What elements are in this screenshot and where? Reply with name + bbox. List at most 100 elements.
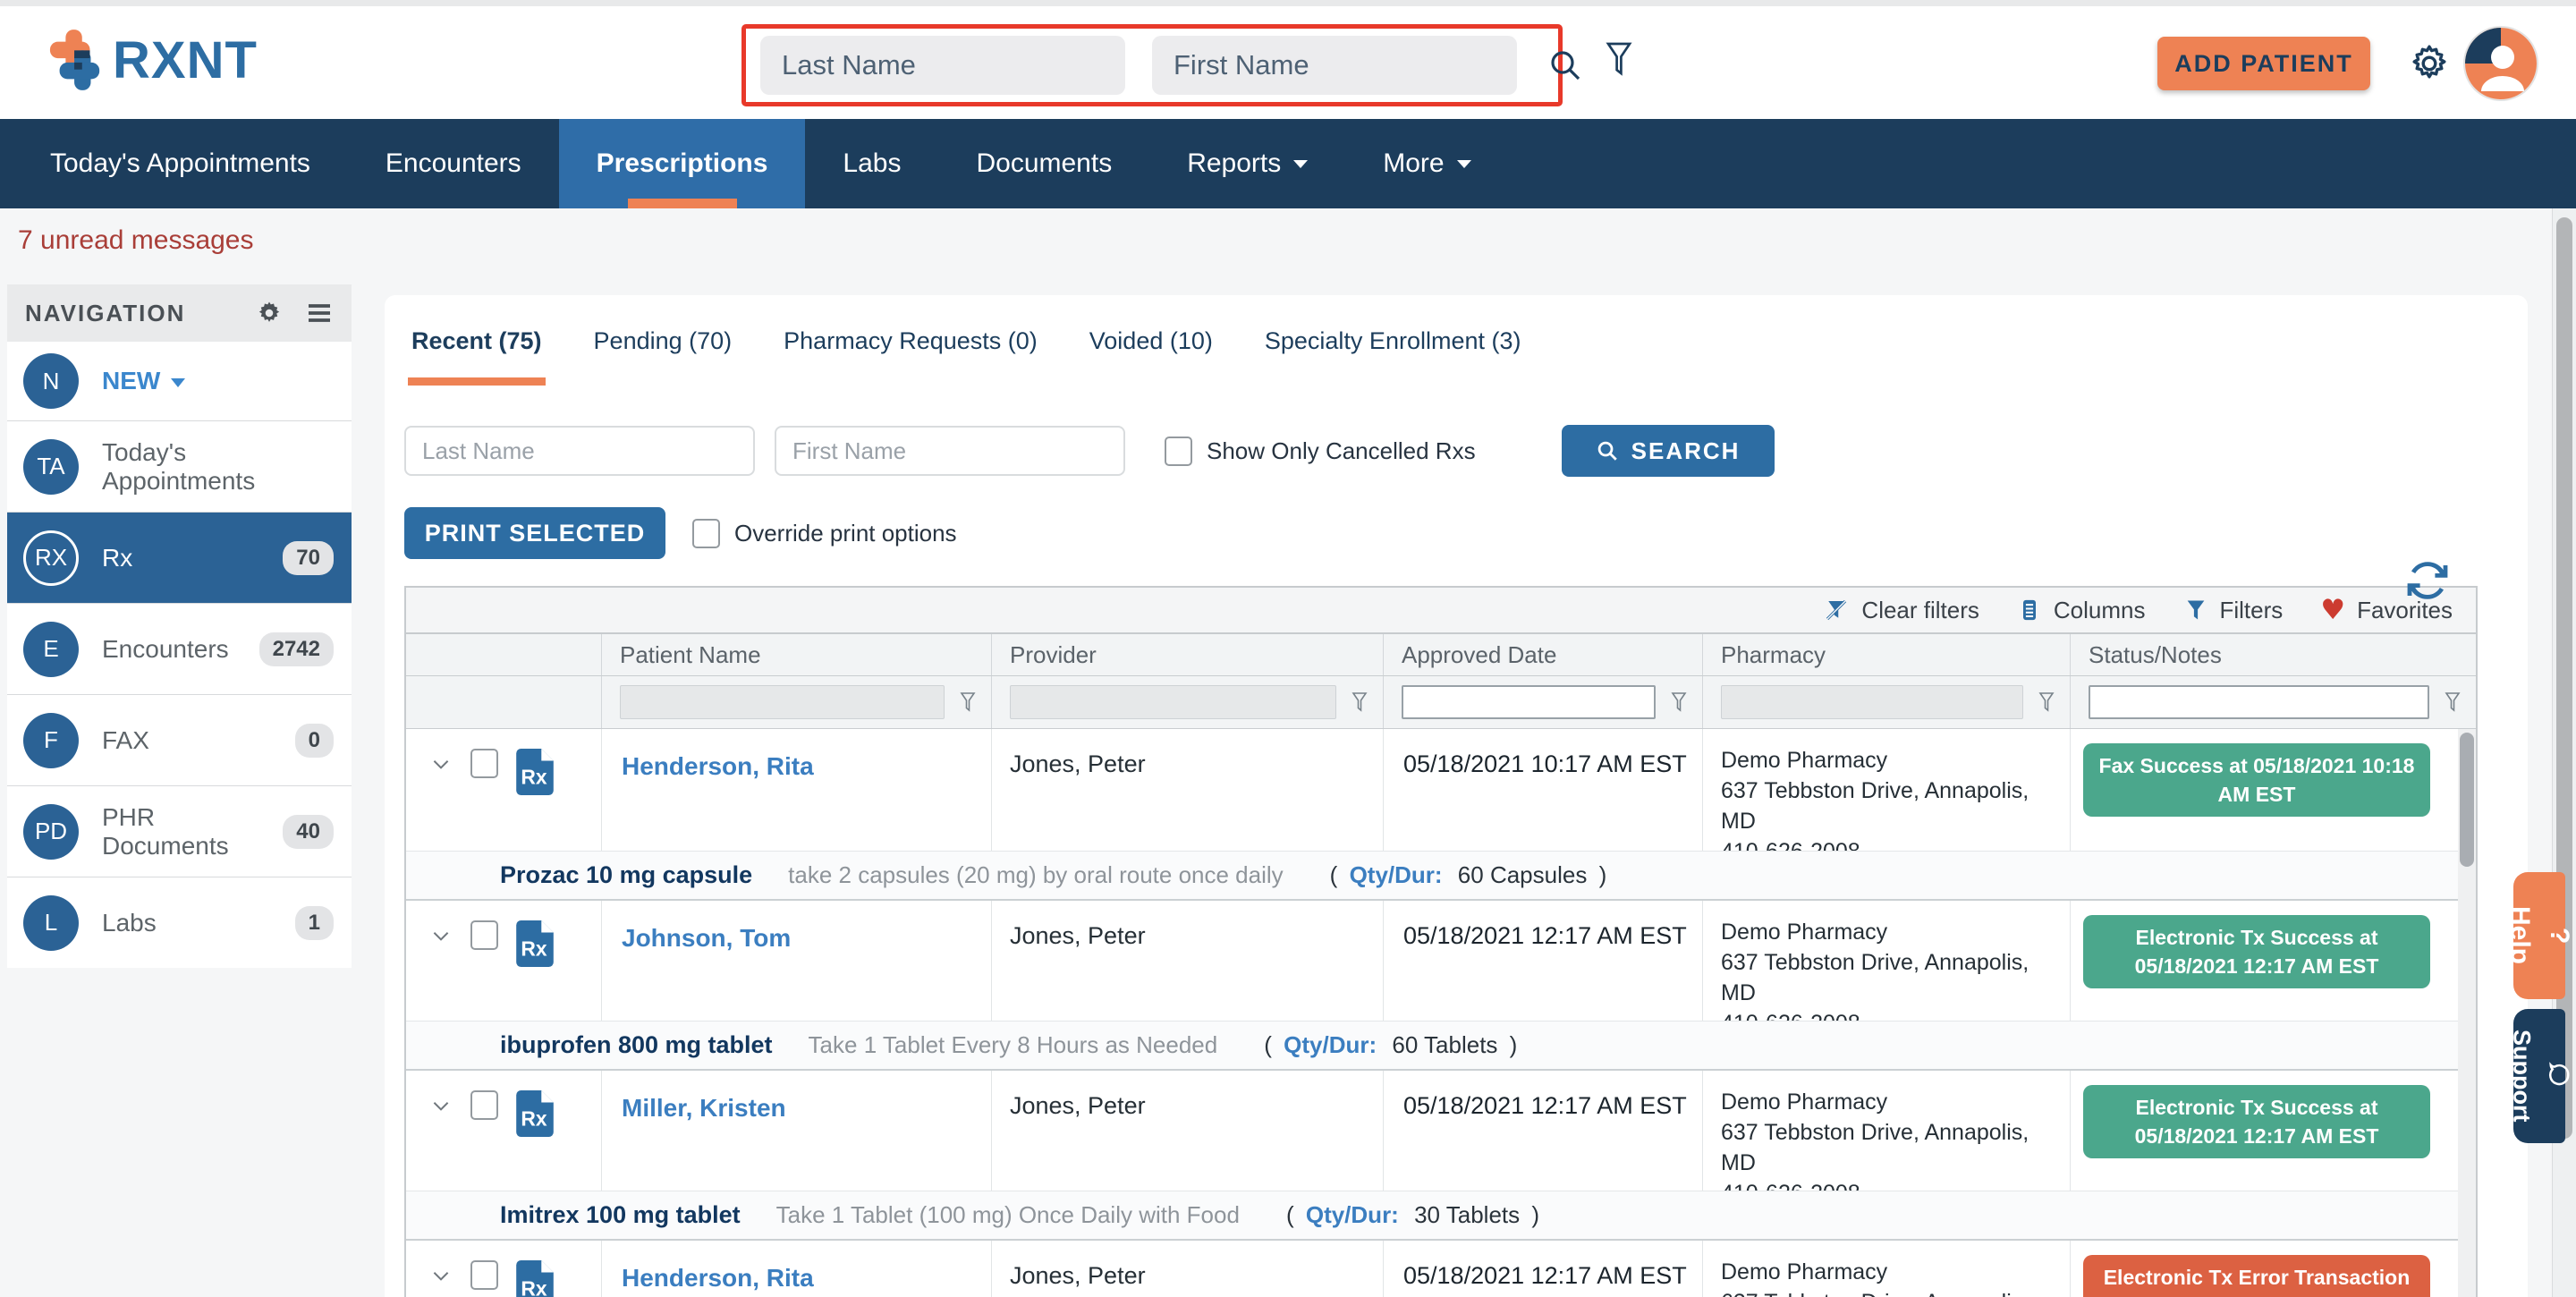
sidebar-item-label: Encounters [102, 635, 229, 664]
patient-name-link[interactable]: Henderson, Rita [601, 729, 991, 851]
rxnt-app: RXNT ADD PATIENT [0, 0, 2576, 1297]
prescription-detail-row: Imitrex 100 mg tablet Take 1 Tablet (100… [406, 1191, 2458, 1239]
filter-cell-provider [991, 676, 1383, 728]
funnel-icon[interactable] [2442, 691, 2463, 714]
row-checkbox[interactable] [470, 1090, 498, 1120]
column-header-controls [406, 634, 601, 675]
sidebar-item-rx[interactable]: RX Rx 70 [7, 512, 352, 603]
rx-document-icon[interactable]: Rx [516, 749, 554, 795]
patient-name-link[interactable]: Johnson, Tom [601, 901, 991, 1021]
sidebar-item-fax[interactable]: F FAX 0 [7, 694, 352, 785]
app-header: RXNT ADD PATIENT [0, 6, 2576, 119]
sidebar-item-phr-documents[interactable]: PD PHR Documents 40 [7, 785, 352, 877]
expand-chevron-icon[interactable] [429, 1264, 453, 1287]
funnel-icon[interactable] [2036, 691, 2057, 714]
nav-more[interactable]: More [1345, 119, 1508, 208]
tab-specialty-enrollment[interactable]: Specialty Enrollment (3) [1265, 327, 1521, 386]
tab-recent[interactable]: Recent (75) [411, 327, 542, 386]
search-icon[interactable] [1547, 47, 1583, 83]
column-header-patient[interactable]: Patient Name [601, 634, 991, 675]
last-name-input[interactable] [404, 426, 755, 476]
gear-icon[interactable] [2408, 42, 2451, 85]
columns-button[interactable]: Columns [2017, 597, 2146, 624]
pharmacy-name: Demo Pharmacy [1721, 745, 2070, 776]
sidebar-item-encounters[interactable]: E Encounters 2742 [7, 603, 352, 694]
drug-name: ibuprofen 800 mg tablet [500, 1031, 773, 1059]
add-patient-button[interactable]: ADD PATIENT [2157, 37, 2370, 90]
patient-filter-input[interactable] [620, 685, 945, 719]
sidebar-item-labs[interactable]: L Labs 1 [7, 877, 352, 968]
table-filter-row [406, 675, 2476, 728]
sidebar-item-todays-appointments[interactable]: TA Today's Appointments [7, 420, 352, 512]
provider-filter-input[interactable] [1010, 685, 1336, 719]
print-selected-button[interactable]: PRINT SELECTED [404, 507, 665, 559]
support-tab[interactable]: Support [2513, 1009, 2565, 1143]
provider-cell: Jones, Peter [991, 901, 1383, 1021]
status-filter-input[interactable] [2089, 685, 2429, 719]
nav-labs[interactable]: Labs [805, 119, 938, 208]
nav-reports[interactable]: Reports [1149, 119, 1345, 208]
rx-document-icon[interactable]: Rx [516, 1260, 554, 1297]
funnel-icon[interactable] [1668, 691, 1690, 714]
sidebar-item-label: NEW [102, 367, 185, 395]
drug-sig: Take 1 Tablet (100 mg) Once Daily with F… [776, 1201, 1240, 1229]
override-print-checkbox[interactable] [692, 519, 720, 548]
row-checkbox[interactable] [470, 1260, 498, 1290]
expand-chevron-icon[interactable] [429, 752, 453, 776]
funnel-icon[interactable] [1349, 691, 1370, 714]
expand-chevron-icon[interactable] [429, 924, 453, 947]
show-cancelled-checkbox[interactable] [1165, 437, 1192, 466]
paren-open: ( [1330, 861, 1338, 888]
tab-pending[interactable]: Pending (70) [594, 327, 733, 386]
filters-button[interactable]: Filters [2183, 597, 2284, 624]
header-first-name-input[interactable] [1152, 36, 1517, 95]
approved-date-filter-input[interactable] [1402, 685, 1656, 719]
funnel-icon[interactable] [957, 691, 979, 714]
provider-cell: Jones, Peter [991, 1071, 1383, 1191]
pharmacy-filter-input[interactable] [1721, 685, 2023, 719]
row-checkbox[interactable] [470, 920, 498, 950]
unread-messages-alert[interactable]: 7 unread messages [18, 225, 254, 256]
table-scrollbar[interactable] [2458, 729, 2476, 1297]
sidebar-item-new[interactable]: N NEW [7, 342, 352, 420]
refresh-icon[interactable] [2406, 559, 2449, 602]
rx-document-icon[interactable]: Rx [516, 920, 554, 967]
search-button[interactable]: SEARCH [1562, 425, 1775, 477]
tab-voided[interactable]: Voided (10) [1089, 327, 1213, 386]
avatar: TA [23, 439, 79, 495]
sidebar-title: NAVIGATION [25, 300, 185, 327]
user-avatar[interactable] [2465, 28, 2537, 99]
filter-funnel-icon[interactable] [1603, 40, 1635, 80]
nav-prescriptions[interactable]: Prescriptions [559, 119, 806, 208]
rxnt-logo[interactable]: RXNT [48, 28, 258, 92]
pharmacy-phone: 410-626-2008 [1721, 1178, 2070, 1191]
help-tab[interactable]: ? Help [2513, 872, 2565, 999]
sidebar-item-label: Today's Appointments [102, 438, 334, 496]
first-name-input[interactable] [775, 426, 1125, 476]
paren-close: ) [1510, 1031, 1518, 1058]
patient-name-link[interactable]: Miller, Kristen [601, 1071, 991, 1191]
tab-pharmacy-requests[interactable]: Pharmacy Requests (0) [784, 327, 1038, 386]
row-controls: Rx [406, 1071, 601, 1191]
page-scrollbar-thumb[interactable] [2556, 217, 2572, 1139]
table-scrollbar-thumb[interactable] [2460, 733, 2474, 867]
clear-filters-button[interactable]: Clear filters [1823, 597, 1979, 624]
row-checkbox[interactable] [470, 749, 498, 778]
patient-name-link[interactable]: Henderson, Rita [601, 1241, 991, 1297]
column-header-approved[interactable]: Approved Date [1383, 634, 1702, 675]
column-header-pharmacy[interactable]: Pharmacy [1702, 634, 2070, 675]
header-last-name-input[interactable] [760, 36, 1125, 95]
pharmacy-address: 637 Tebbston Drive, Annapolis, MD [1721, 1287, 2070, 1297]
column-header-provider[interactable]: Provider [991, 634, 1383, 675]
nav-todays-appointments[interactable]: Today's Appointments [13, 119, 348, 208]
column-header-status[interactable]: Status/Notes [2070, 634, 2476, 675]
menu-icon[interactable] [305, 299, 334, 327]
rx-document-icon[interactable]: Rx [516, 1090, 554, 1137]
expand-chevron-icon[interactable] [429, 1094, 453, 1117]
filters-funnel-icon [2183, 597, 2208, 623]
pharmacy-phone: 410-626-2008 [1721, 1008, 2070, 1021]
nav-documents[interactable]: Documents [938, 119, 1149, 208]
gear-icon[interactable] [255, 299, 284, 327]
svg-text:Rx: Rx [521, 937, 547, 961]
nav-encounters[interactable]: Encounters [348, 119, 559, 208]
